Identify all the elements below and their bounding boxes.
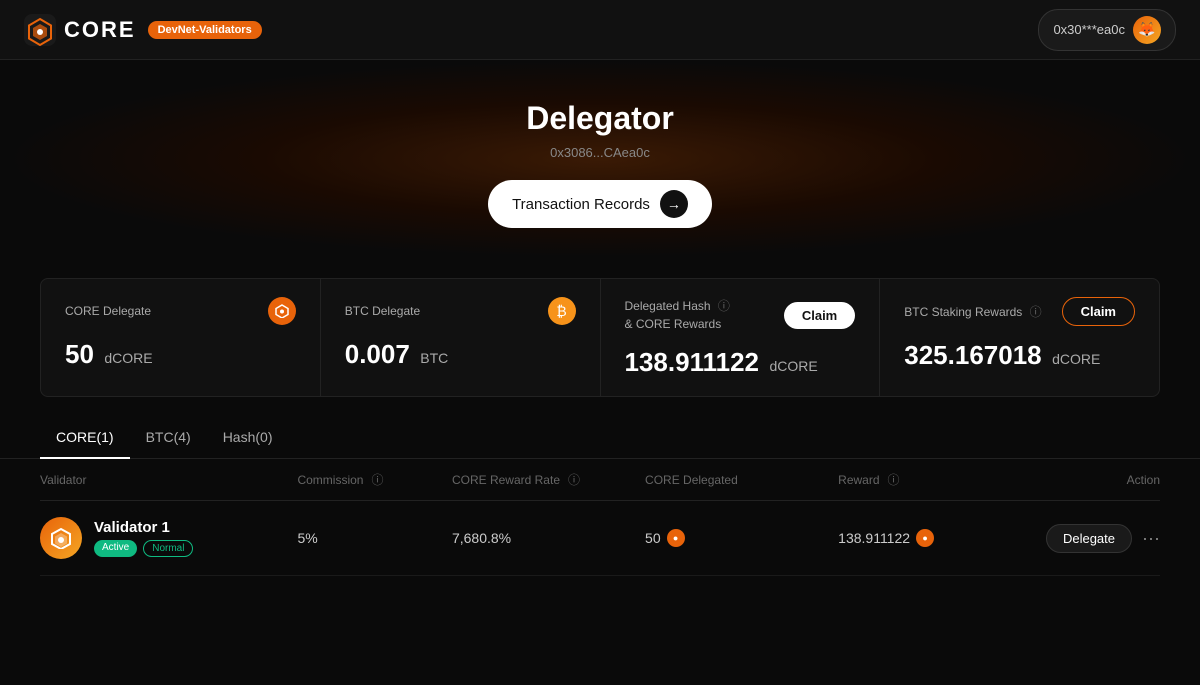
tabs-section: CORE(1) BTC(4) Hash(0) — [0, 417, 1200, 459]
status-badge-normal: Normal — [143, 540, 193, 557]
table-row: Validator 1 Active Normal 5% 7,680.8% 50… — [40, 501, 1160, 576]
btc-staking-value-row: 325.167018 dCORE — [904, 340, 1135, 371]
reward-info-icon: ⓘ — [888, 471, 900, 488]
transaction-records-button[interactable]: Transaction Records → — [488, 180, 712, 228]
page-title: Delegator — [20, 100, 1180, 137]
core-delegate-unit: dCORE — [104, 350, 152, 366]
btc-delegate-label: BTC Delegate — [345, 304, 420, 318]
core-delegate-card: CORE Delegate 50 dCORE — [40, 278, 321, 397]
logo: CORE — [24, 14, 136, 46]
btc-staking-info-icon: ⓘ — [1030, 305, 1042, 319]
td-core-delegated: 50 ● — [645, 529, 838, 547]
delegated-hash-card: Delegated Hash ⓘ & CORE Rewards Claim 13… — [601, 278, 881, 397]
reward-rate-info-icon: ⓘ — [568, 471, 580, 488]
core-icon — [268, 297, 296, 325]
table-header: Validator Commission ⓘ CORE Reward Rate … — [40, 459, 1160, 501]
delegated-hash-label: Delegated Hash ⓘ & CORE Rewards — [625, 299, 730, 331]
commission-info-icon: ⓘ — [371, 471, 383, 488]
btc-staking-unit: dCORE — [1052, 351, 1100, 367]
btc-staking-header: BTC Staking Rewards ⓘ Claim — [904, 297, 1135, 326]
reward-small-icon: ● — [916, 529, 934, 547]
avatar: 🦊 — [1133, 16, 1161, 44]
tab-core[interactable]: CORE(1) — [40, 417, 130, 459]
btc-staking-value: 325.167018 — [904, 340, 1041, 370]
core-logo-icon — [24, 14, 56, 46]
table-section: Validator Commission ⓘ CORE Reward Rate … — [0, 459, 1200, 576]
th-reward: Reward ⓘ — [838, 471, 1031, 488]
action-cell: Delegate ··· — [1031, 524, 1160, 553]
delegated-hash-value-row: 138.911122 dCORE — [625, 347, 856, 378]
btc-staking-label: BTC Staking Rewards ⓘ — [904, 303, 1041, 320]
btc-staking-card: BTC Staking Rewards ⓘ Claim 325.167018 d… — [880, 278, 1160, 397]
validator-badges: Active Normal — [94, 540, 193, 557]
delegated-hash-value: 138.911122 — [625, 347, 760, 377]
btc-icon: ₿ — [548, 297, 576, 325]
delegated-hash-claim-button[interactable]: Claim — [784, 302, 855, 329]
btc-delegate-value: 0.007 — [345, 339, 410, 369]
status-badge-active: Active — [94, 540, 137, 557]
delegated-hash-header: Delegated Hash ⓘ & CORE Rewards Claim — [625, 297, 856, 333]
hero-address: 0x3086...CAea0c — [20, 145, 1180, 160]
wallet-info[interactable]: 0x30***ea0c 🦊 — [1038, 9, 1176, 51]
stats-section: CORE Delegate 50 dCORE BTC Delegate ₿ 0.… — [0, 258, 1200, 417]
td-reward-rate: 7,680.8% — [452, 530, 645, 546]
validator-name: Validator 1 — [94, 519, 193, 536]
th-commission: Commission ⓘ — [297, 471, 451, 488]
core-small-icon: ● — [667, 529, 685, 547]
tx-records-label: Transaction Records — [512, 196, 650, 213]
th-action: Action — [1031, 471, 1160, 488]
more-options-button[interactable]: ··· — [1142, 528, 1160, 549]
wallet-address: 0x30***ea0c — [1053, 22, 1125, 37]
hero-section: Delegator 0x3086...CAea0c Transaction Re… — [0, 60, 1200, 258]
core-delegate-value-row: 50 dCORE — [65, 339, 296, 370]
th-validator: Validator — [40, 471, 297, 488]
delegated-hash-label-group: Delegated Hash ⓘ & CORE Rewards — [625, 297, 730, 333]
btc-delegate-unit: BTC — [420, 350, 448, 366]
td-commission: 5% — [297, 530, 451, 546]
core-delegate-header: CORE Delegate — [65, 297, 296, 325]
network-badge: DevNet-Validators — [148, 21, 262, 39]
tab-hash[interactable]: Hash(0) — [207, 417, 289, 459]
delegate-button[interactable]: Delegate — [1046, 524, 1132, 553]
th-reward-rate: CORE Reward Rate ⓘ — [452, 471, 645, 488]
tab-btc[interactable]: BTC(4) — [130, 417, 207, 459]
delegated-hash-unit: dCORE — [769, 358, 817, 374]
avatar — [40, 517, 82, 559]
td-reward: 138.911122 ● — [838, 529, 1031, 547]
btc-delegate-card: BTC Delegate ₿ 0.007 BTC — [321, 278, 601, 397]
arrow-icon: → — [660, 190, 688, 218]
core-delegate-value: 50 — [65, 339, 94, 369]
core-delegate-label: CORE Delegate — [65, 304, 151, 318]
th-core-delegated: CORE Delegated — [645, 471, 838, 488]
btc-staking-claim-button[interactable]: Claim — [1062, 297, 1135, 326]
logo-text: CORE — [64, 17, 136, 43]
navbar: CORE DevNet-Validators 0x30***ea0c 🦊 — [0, 0, 1200, 60]
btc-delegate-header: BTC Delegate ₿ — [345, 297, 576, 325]
btc-delegate-value-row: 0.007 BTC — [345, 339, 576, 370]
validator-info: Validator 1 Active Normal — [94, 519, 193, 557]
navbar-left: CORE DevNet-Validators — [24, 14, 262, 46]
validator-cell: Validator 1 Active Normal — [40, 517, 297, 559]
